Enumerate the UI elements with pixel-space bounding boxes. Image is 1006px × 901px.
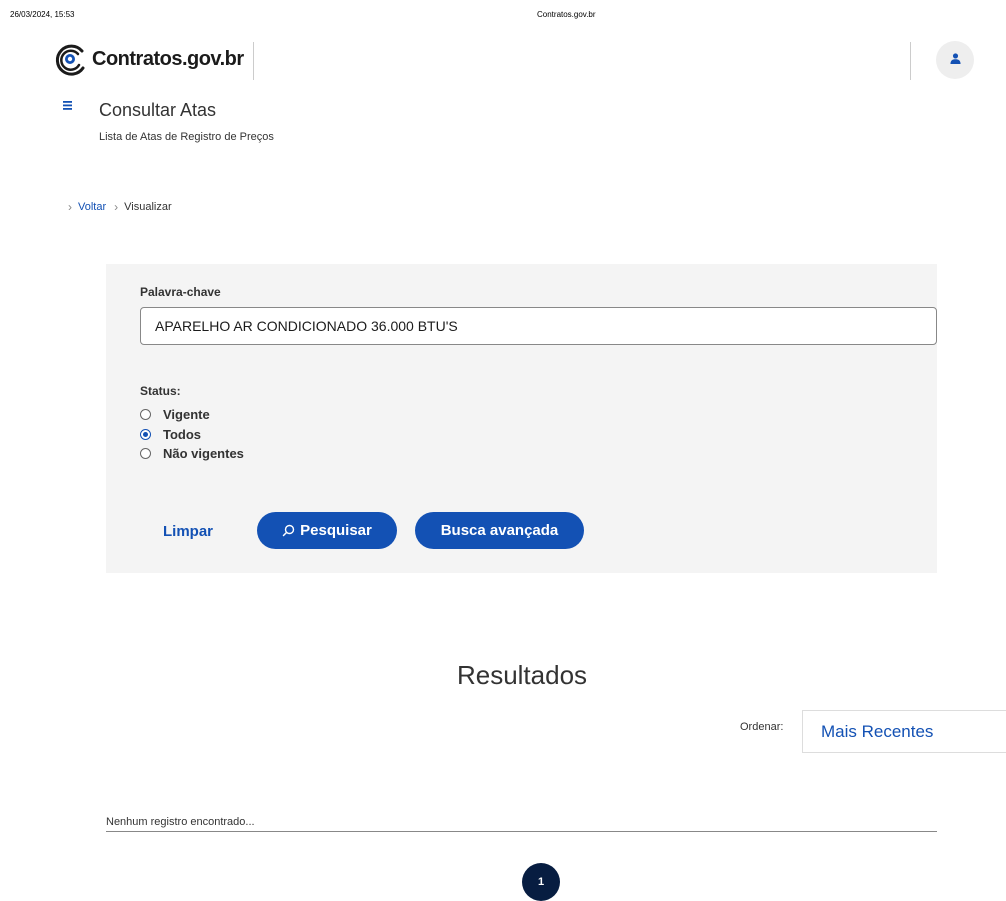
logo-text: Contratos.gov.br [92,47,244,70]
header-divider-left [253,42,254,80]
no-records-message: Nenhum registro encontrado... [106,816,255,828]
print-site-title: Contratos.gov.br [537,10,596,19]
search-panel: Palavra-chave Status: Vigente Todos Não … [106,264,937,573]
search-button-label: Pesquisar [300,522,372,539]
status-label: Status: [140,384,181,398]
search-button[interactable]: Pesquisar [257,512,397,549]
keyword-input[interactable] [140,307,937,345]
print-datetime: 26/03/2024, 15:53 [10,10,75,19]
results-title: Resultados [456,660,588,690]
chevron-right-icon: › [68,200,72,214]
order-select-value: Mais Recentes [821,721,934,741]
logo-icon [52,41,88,77]
status-option-vigente[interactable]: Vigente [140,407,210,422]
advanced-search-button[interactable]: Busca avançada [415,512,584,549]
radio-button[interactable] [140,409,151,420]
order-select[interactable]: Mais Recentes [802,710,1006,753]
user-icon [949,51,961,69]
radio-label: Todos [163,427,202,442]
radio-button[interactable] [140,448,151,459]
chevron-right-icon: › [114,200,119,214]
logo[interactable]: Contratos.gov.br [52,41,244,77]
breadcrumb: › Voltar › Visualizar [68,200,172,214]
clear-button[interactable]: Limpar [163,523,213,540]
pagination-page-button[interactable]: 1 [522,863,560,901]
order-label: Ordenar: [740,721,784,733]
menu-icon[interactable] [61,99,75,113]
breadcrumb-back-link[interactable]: Voltar [78,201,106,213]
status-option-nao-vigentes[interactable]: Não vigentes [140,446,244,461]
status-option-todos[interactable]: Todos [140,427,201,442]
divider [106,831,937,832]
page-title: Consultar Atas [99,100,217,120]
user-avatar-button[interactable] [936,41,974,79]
breadcrumb-current: Visualizar [124,201,172,213]
page-subtitle: Lista de Atas de Registro de Preços [99,131,274,143]
radio-label: Não vigentes [163,446,244,461]
search-icon [282,524,295,537]
radio-label: Vigente [163,407,210,422]
radio-button[interactable] [140,429,151,440]
keyword-label: Palavra-chave [140,285,221,299]
header-divider-right [910,42,911,80]
